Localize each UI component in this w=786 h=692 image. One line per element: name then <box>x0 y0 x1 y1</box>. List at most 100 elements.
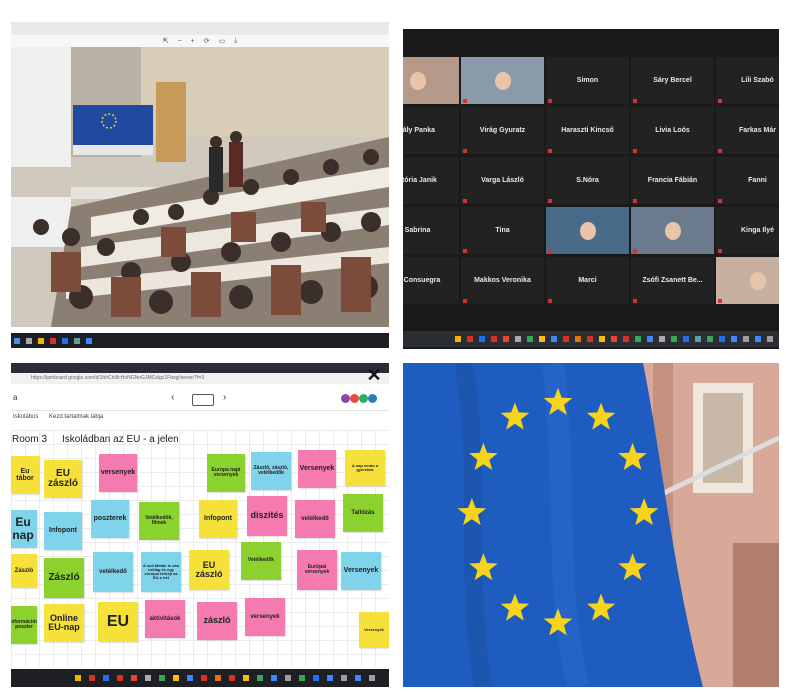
sticky-note[interactable]: EU <box>98 602 138 642</box>
menu-a-label[interactable]: a <box>13 393 17 402</box>
sticky-note[interactable]: Versenyek <box>341 552 381 590</box>
app-icon[interactable] <box>341 675 347 681</box>
participant-tile[interactable]: Virág Gyuratz <box>461 107 544 154</box>
app-icon[interactable] <box>327 675 333 681</box>
avatar[interactable] <box>350 394 359 403</box>
sticky-note[interactable]: versenyek <box>245 598 285 636</box>
sticky-note[interactable]: vetélkedő <box>93 552 133 592</box>
app-icon[interactable] <box>671 336 677 342</box>
app-icon[interactable] <box>243 675 249 681</box>
sticky-note[interactable]: Eu nap <box>11 510 37 548</box>
folder-icon[interactable] <box>455 336 461 342</box>
participant-tile[interactable]: Livia Loós <box>631 107 714 154</box>
prev-frame-icon[interactable]: ‹ <box>171 392 174 403</box>
app-icon[interactable] <box>369 675 375 681</box>
app-icon[interactable] <box>755 336 761 342</box>
sticky-note[interactable]: Vetélkedők, filmek <box>139 502 179 540</box>
start-icon[interactable] <box>14 338 20 344</box>
nav-link[interactable]: Kezd tartalmak lábja <box>49 414 103 420</box>
participant-tile[interactable]: któria Janik <box>403 157 459 204</box>
avatar[interactable] <box>341 394 350 403</box>
app-icon[interactable] <box>117 675 123 681</box>
folder-icon[interactable] <box>75 675 81 681</box>
app-icon[interactable] <box>599 336 605 342</box>
participant-tile[interactable]: Haraszti Kincső <box>546 107 629 154</box>
participant-tile[interactable]: rály Panka <box>403 107 459 154</box>
sticky-note[interactable]: EU zászló <box>44 460 82 498</box>
participant-tile[interactable]: Farkas Már <box>716 107 779 154</box>
sticky-note[interactable]: vetélkedő <box>295 500 335 538</box>
sticky-note[interactable]: A suli táblán is van csillag és egy euró… <box>141 552 181 592</box>
sticky-note[interactable]: Zászló <box>11 554 37 588</box>
app-icon[interactable] <box>103 675 109 681</box>
participant-tile[interactable]: Marci <box>546 257 629 304</box>
app-icon[interactable] <box>695 336 701 342</box>
close-icon[interactable]: ✕ <box>366 366 382 384</box>
app-icon[interactable] <box>145 675 151 681</box>
app-icon[interactable] <box>257 675 263 681</box>
app-icon[interactable] <box>539 336 545 342</box>
sticky-note[interactable]: aktivitások <box>145 600 185 638</box>
sticky-note[interactable]: Zászló, zászló, vetélkedők <box>251 452 291 490</box>
participant-tile[interactable]: Makkos Veronika <box>461 257 544 304</box>
avatar[interactable] <box>359 394 368 403</box>
app-icon[interactable] <box>623 336 629 342</box>
participant-video-tile[interactable] <box>461 57 544 104</box>
app-icon[interactable] <box>551 336 557 342</box>
app-icon[interactable] <box>587 336 593 342</box>
sticky-note[interactable]: Infopont <box>44 512 82 550</box>
sticky-note[interactable]: Zászló <box>44 558 84 598</box>
app-icon[interactable] <box>355 675 361 681</box>
sticky-note[interactable]: Európai versenyek <box>297 550 337 590</box>
app-icon[interactable] <box>683 336 689 342</box>
nav-link[interactable]: Iskolábus <box>13 414 38 420</box>
app-icon[interactable] <box>173 675 179 681</box>
app-icon[interactable] <box>707 336 713 342</box>
participant-video-tile[interactable] <box>546 207 629 254</box>
participant-tile[interactable]: Zsófi Zsanett Be... <box>631 257 714 304</box>
app-icon[interactable] <box>285 675 291 681</box>
app-icon[interactable] <box>62 338 68 344</box>
participant-tile[interactable]: Varga László <box>461 157 544 204</box>
sticky-note[interactable]: Tallózás <box>343 494 383 532</box>
app-icon[interactable] <box>563 336 569 342</box>
app-icon[interactable] <box>159 675 165 681</box>
app-icon[interactable] <box>515 336 521 342</box>
sticky-note[interactable]: Europa napi versenyek <box>207 454 245 492</box>
sticky-note[interactable]: Vetélkedők <box>241 542 281 580</box>
sticky-note[interactable]: Versenyek <box>298 450 336 488</box>
folder-icon[interactable] <box>38 338 44 344</box>
sticky-note[interactable]: versenyek <box>99 454 137 492</box>
app-icon[interactable] <box>491 336 497 342</box>
app-icon[interactable] <box>659 336 665 342</box>
sticky-note[interactable]: Információs poszter <box>11 606 37 644</box>
app-icon[interactable] <box>719 336 725 342</box>
participant-tile[interactable]: Lili Szabó <box>716 57 779 104</box>
participant-tile[interactable]: Kinga Ilyé <box>716 207 779 254</box>
address-bar[interactable]: https://jamboard.google.com/d/1hhChi8cHo… <box>11 373 389 384</box>
viewer-tool-zoom-in-icon[interactable]: + <box>191 38 195 45</box>
app-icon[interactable] <box>89 675 95 681</box>
sticky-note[interactable]: A nap során a gyerekek <box>345 450 385 486</box>
app-icon[interactable] <box>743 336 749 342</box>
avatar[interactable] <box>368 394 377 403</box>
participant-tile[interactable]: Francia Fábián <box>631 157 714 204</box>
app-icon[interactable] <box>479 336 485 342</box>
app-icon[interactable] <box>299 675 305 681</box>
app-icon[interactable] <box>74 338 80 344</box>
viewer-tool-zoom-out-icon[interactable]: − <box>178 38 182 45</box>
app-icon[interactable] <box>271 675 277 681</box>
participant-tile[interactable]: Simon <box>546 57 629 104</box>
sticky-note[interactable]: Versenyek <box>359 612 389 648</box>
app-icon[interactable] <box>229 675 235 681</box>
app-icon[interactable] <box>86 338 92 344</box>
app-icon[interactable] <box>131 675 137 681</box>
participant-video-tile[interactable] <box>403 57 459 104</box>
app-icon[interactable] <box>467 336 473 342</box>
participant-tile[interactable]: S.Nóra <box>546 157 629 204</box>
next-frame-icon[interactable]: › <box>223 392 226 403</box>
frame-icon[interactable] <box>192 394 214 406</box>
participant-tile[interactable]: Tina <box>461 207 544 254</box>
app-icon[interactable] <box>313 675 319 681</box>
app-icon[interactable] <box>527 336 533 342</box>
